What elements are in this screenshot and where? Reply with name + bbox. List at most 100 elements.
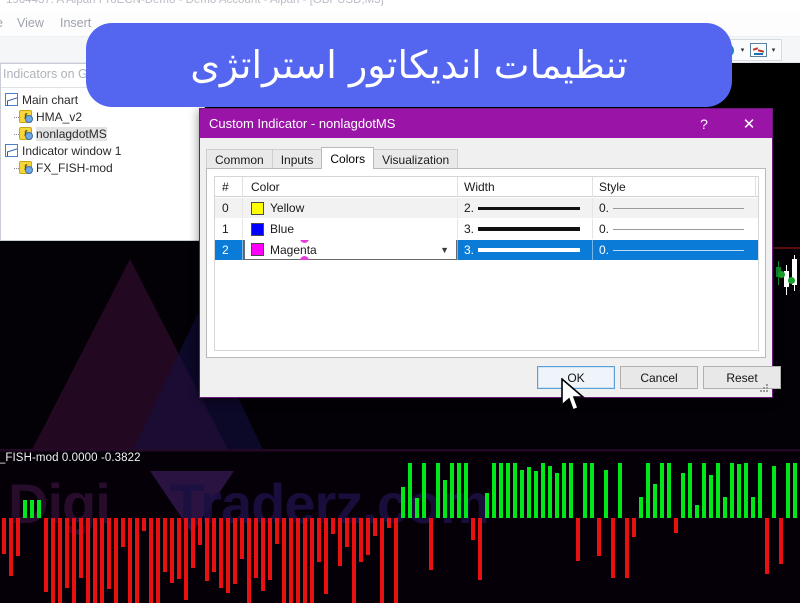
width-value: 3. [464,222,475,236]
width-line-preview [478,227,580,231]
table-row[interactable]: 0 Yellow 2. 0. [215,198,758,218]
dialog-title: Custom Indicator - nonlagdotMS [209,116,396,131]
resize-handle-bottom[interactable] [300,256,309,260]
row-color-cell[interactable]: Blue [243,219,458,239]
histogram-bar [394,518,398,603]
farsi-annotation-banner: تنظیمات اندیکاتور استراتژی [86,23,732,107]
close-icon[interactable]: ✕ [726,109,772,138]
tree-item-nonlagdotms[interactable]: f nonlagdotMS [5,125,205,142]
histogram-bar [121,518,125,547]
histogram-bar [422,463,426,518]
tab-inputs[interactable]: Inputs [271,149,323,169]
help-icon[interactable]: ? [682,109,726,138]
reset-button[interactable]: Reset [703,366,781,389]
width-line-preview [478,248,580,252]
histogram-bar [499,463,503,518]
histogram-bar [786,463,790,518]
tree-item-fx-fish-mod[interactable]: f FX_FISH-mod [5,159,205,176]
screenshot-root: 1964437: A Alpari ProECN-Demo - Demo Acc… [0,0,800,603]
histogram-bar [23,500,27,518]
chevron-down-icon[interactable]: ▾ [737,41,748,59]
histogram-bar [107,518,111,590]
chart-template-icon[interactable] [748,41,768,59]
tree-item-indicator-window-1[interactable]: Indicator window 1 [5,142,205,159]
histogram-bar [44,518,48,593]
table-row-selected[interactable]: 2 Magenta ▼ 3. 0. [215,240,758,260]
histogram-bar [485,492,489,518]
tab-common[interactable]: Common [206,149,273,169]
tab-colors[interactable]: Colors [321,147,375,169]
row-width-cell[interactable]: 3. [458,240,593,260]
histogram-bar [765,518,769,574]
histogram-bar [562,463,566,518]
histogram-bar [331,518,335,534]
histogram-bar [177,518,181,579]
row-style-cell[interactable]: 0. [593,240,756,260]
histogram-bar [632,518,636,537]
resize-grip[interactable] [759,384,769,394]
style-value: 0. [599,222,610,236]
chevron-down-icon-2[interactable]: ▾ [768,41,779,59]
histogram-bar [16,518,20,556]
histogram-bar [730,463,734,518]
histogram-bar [716,463,720,518]
fx-indicator-icon: f [19,110,33,123]
histogram-bar [191,518,195,569]
histogram-bar [576,518,580,562]
row-color-cell[interactable]: Magenta ▼ [243,240,458,260]
row-style-cell[interactable]: 0. [593,198,756,218]
histogram-bar [86,518,90,603]
histogram-bar [37,500,41,518]
histogram-bar [520,469,524,518]
table-row[interactable]: 1 Blue 3. 0. [215,219,758,239]
nonlagdot-marker [788,277,795,284]
histogram-bar [611,518,615,578]
dialog-tabs: Common Inputs Colors Visualization [206,147,459,169]
histogram-bar [275,518,279,544]
row-width-cell[interactable]: 2. [458,198,593,218]
style-value: 0. [599,243,610,257]
histogram-bar [345,518,349,547]
histogram-bar [100,518,104,603]
histogram-bar [198,518,202,545]
row-index: 0 [215,198,243,218]
histogram-bar [450,463,454,518]
histogram-bar [429,518,433,571]
histogram-bar [513,463,517,518]
custom-indicator-dialog[interactable]: Custom Indicator - nonlagdotMS ? ✕ Commo… [199,108,781,398]
tab-visualization[interactable]: Visualization [373,149,459,169]
histogram-bar [793,463,797,518]
histogram-bar [163,518,167,573]
row-width-cell[interactable]: 3. [458,219,593,239]
width-line-preview [478,206,580,210]
indicator-subwindow[interactable]: Digi__Traderz.com [0,463,800,603]
color-swatch [251,201,264,215]
histogram-bar [30,500,34,518]
histogram-bar [478,518,482,580]
cancel-button[interactable]: Cancel [620,366,698,389]
row-color-cell[interactable]: Yellow [243,198,458,218]
style-value: 0. [599,201,610,215]
colors-table: # Color Width Style 0 Yellow 2. 0. 1 Blu… [214,176,759,351]
color-dropdown[interactable]: Magenta ▼ [244,240,457,260]
histogram-bar [373,518,377,536]
histogram-bar [79,518,83,578]
menu-item-insert[interactable]: Insert [60,16,91,30]
histogram-bar [779,518,783,565]
histogram-bar [758,463,762,518]
histogram-bar [569,463,573,518]
chevron-down-icon[interactable]: ▼ [440,245,449,255]
histogram-bar [303,518,307,603]
histogram-bar [618,463,622,518]
menu-item-view[interactable]: View [17,16,44,30]
row-style-cell[interactable]: 0. [593,219,756,239]
histogram-bar [93,518,97,603]
dialog-titlebar[interactable]: Custom Indicator - nonlagdotMS ? ✕ [200,109,772,138]
menu-item-file[interactable]: e [0,16,3,30]
histogram-bar [646,463,650,518]
tree-item-hma-v2[interactable]: f HMA_v2 [5,108,205,125]
histogram-bar [639,497,643,518]
histogram-bar [527,466,531,518]
color-name: Yellow [270,201,305,215]
histogram-bar [464,463,468,518]
